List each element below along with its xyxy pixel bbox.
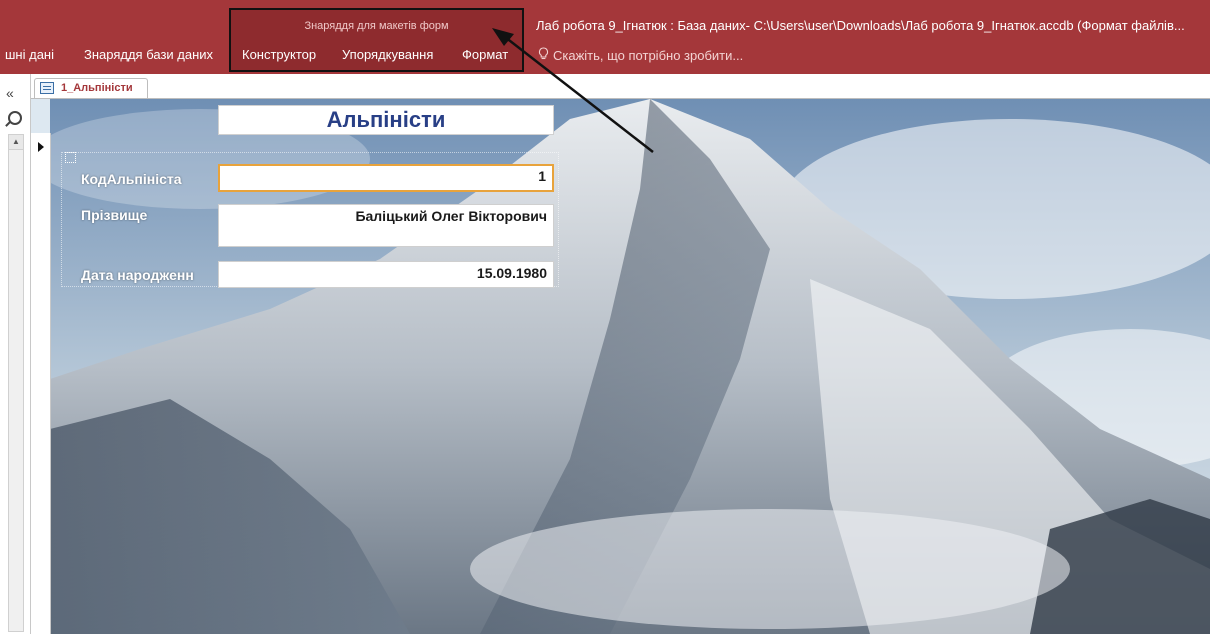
label-birth-date: Дата народженн xyxy=(81,267,194,283)
search-icon[interactable] xyxy=(8,111,22,125)
tab-format[interactable]: Формат xyxy=(462,47,508,62)
ribbon: Лаб робота 9_Ігнатюк : База даних- C:\Us… xyxy=(0,0,1210,74)
tab-arrange[interactable]: Упорядкування xyxy=(342,47,433,62)
label-surname: Прізвище xyxy=(81,207,148,223)
tab-database-tools[interactable]: Знаряддя бази даних xyxy=(84,47,213,62)
field-surname[interactable]: Баліцький Олег Вікторович xyxy=(218,204,554,247)
lightbulb-icon xyxy=(538,47,549,63)
collapse-pane-button[interactable]: « xyxy=(6,85,14,101)
field-birth-date[interactable]: 15.09.1980 xyxy=(218,261,554,288)
tell-me-placeholder: Скажіть, що потрібно зробити... xyxy=(553,48,744,63)
form-layout-tools-group: Знаряддя для макетів форм xyxy=(229,8,524,72)
tab-form-alpinists[interactable]: 1_Альпіністи xyxy=(34,78,148,98)
window-title: Лаб робота 9_Ігнатюк : База даних- C:\Us… xyxy=(536,18,1185,33)
form-icon xyxy=(40,82,54,94)
move-layout-handle-icon[interactable] xyxy=(65,152,76,163)
tab-external-data[interactable]: шні дані xyxy=(5,47,54,62)
tab-design[interactable]: Конструктор xyxy=(242,47,316,62)
tell-me-search[interactable]: Скажіть, що потрібно зробити... xyxy=(538,47,743,63)
nav-scrollbar[interactable]: ▲ xyxy=(8,134,24,632)
document-tab-bar: 1_Альпіністи xyxy=(31,74,1210,99)
record-selector[interactable] xyxy=(31,133,51,634)
current-record-icon xyxy=(38,142,44,152)
document-tab-label: 1_Альпіністи xyxy=(61,82,133,94)
navigation-pane: « ▲ xyxy=(0,74,31,634)
form-layout-view: Альпіністи КодАльпініста 1 Прізвище Балі… xyxy=(31,99,1210,634)
scroll-up-button[interactable]: ▲ xyxy=(9,135,23,150)
label-alpinist-id: КодАльпініста xyxy=(81,171,182,187)
form-title[interactable]: Альпіністи xyxy=(218,105,554,135)
field-alpinist-id[interactable]: 1 xyxy=(218,164,554,192)
context-group-label: Знаряддя для макетів форм xyxy=(304,20,449,32)
